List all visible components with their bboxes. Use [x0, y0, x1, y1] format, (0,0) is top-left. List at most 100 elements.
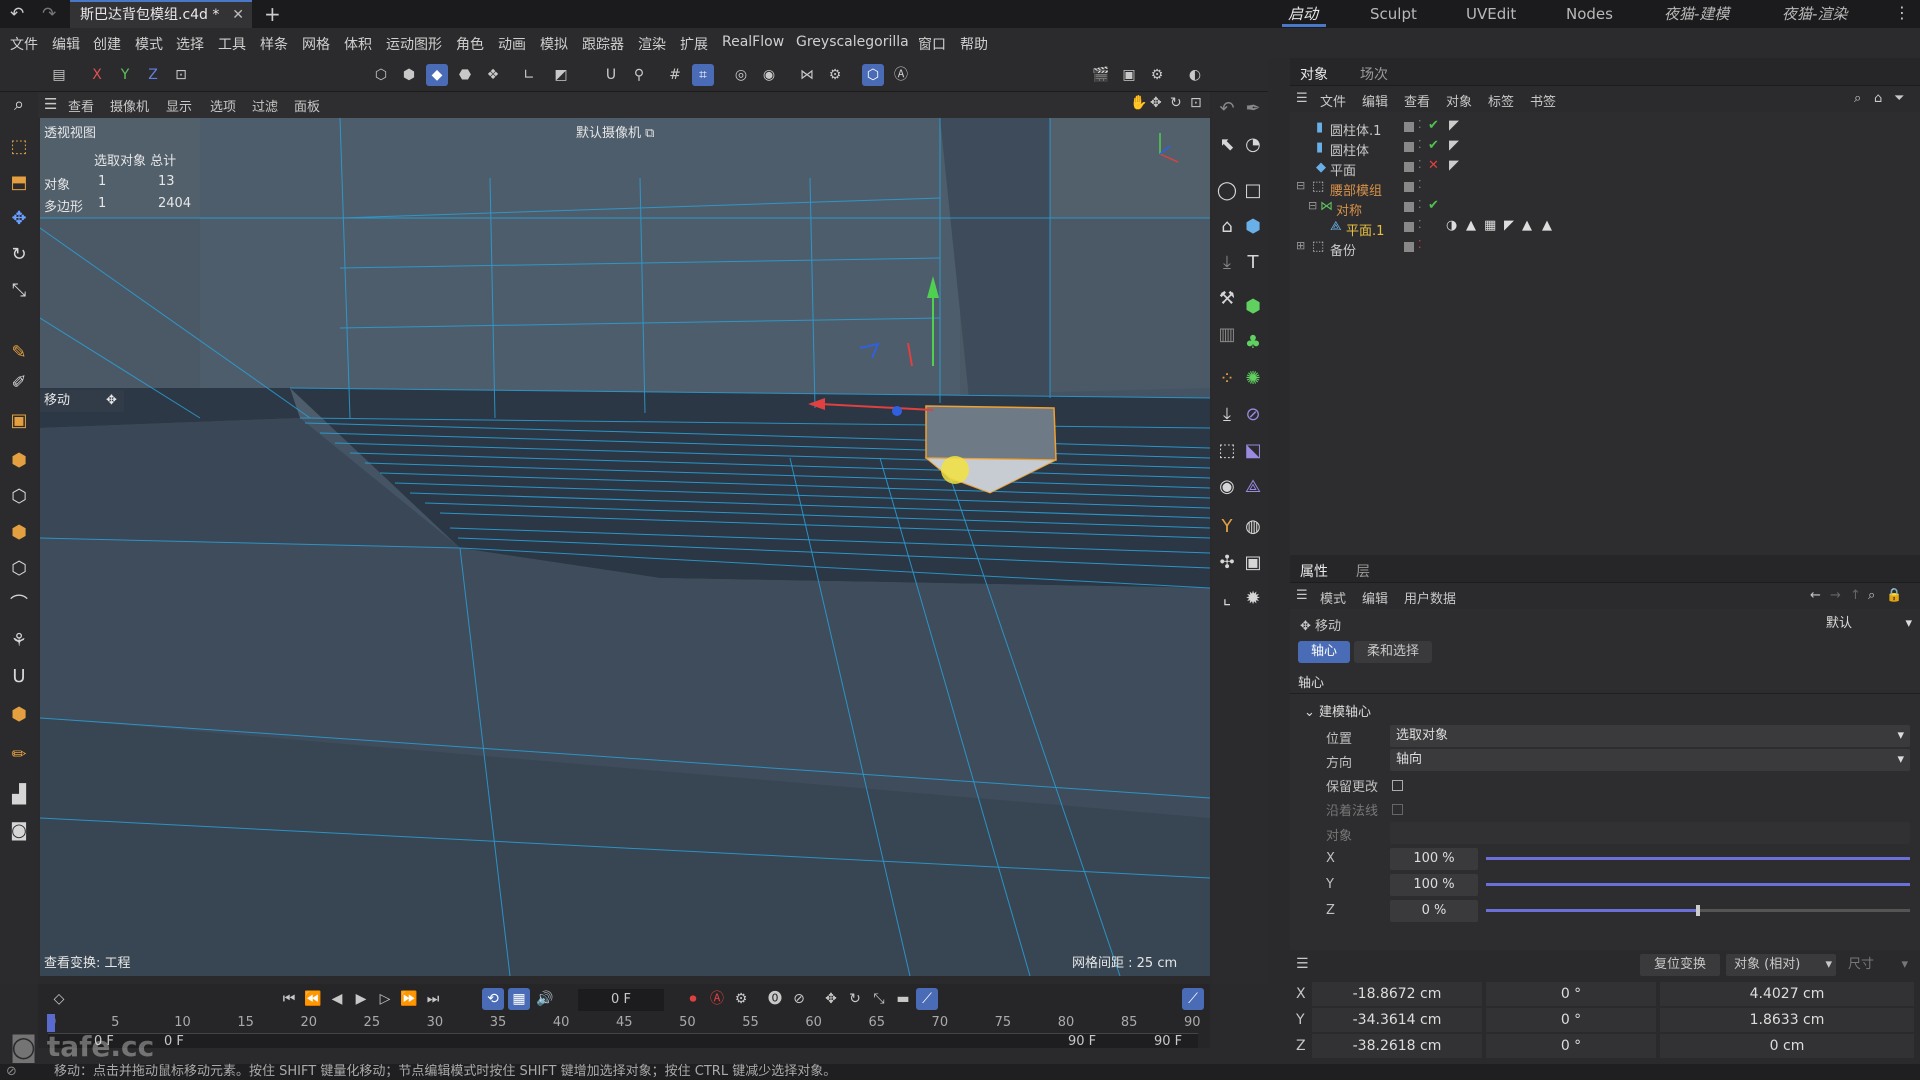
- menu-file[interactable]: 文件: [10, 34, 38, 54]
- layout-tab-render[interactable]: 夜猫-渲染: [1782, 0, 1847, 28]
- expand-icon[interactable]: ⊞: [1296, 239, 1305, 252]
- axis-x-toggle[interactable]: X: [86, 64, 108, 86]
- menu-select[interactable]: 选择: [176, 34, 204, 54]
- object-row[interactable]: ▮ 圆柱体 ⁚ ✔ ◤: [1294, 138, 1914, 159]
- uv-mode-icon[interactable]: ◩: [550, 64, 572, 86]
- search-icon[interactable]: ⌕: [1868, 588, 1875, 603]
- object-row[interactable]: ▮ 圆柱体.1 ⁚ ✔ ◤: [1294, 118, 1914, 139]
- loop-icon[interactable]: ⟲: [482, 988, 504, 1010]
- cloner-icon[interactable]: ♣: [1240, 330, 1266, 356]
- phong-tag-icon[interactable]: ◤: [1449, 118, 1459, 133]
- next-frame-icon[interactable]: ▷: [374, 988, 396, 1010]
- polygon-pen-icon[interactable]: ⬢: [6, 702, 32, 728]
- orbit-icon[interactable]: ↻: [1170, 95, 1182, 111]
- prev-frame-icon[interactable]: ◀: [326, 988, 348, 1010]
- rotation-field[interactable]: 0 °: [1486, 982, 1656, 1006]
- z-value-field[interactable]: 0 %: [1390, 900, 1478, 922]
- along-normal-checkbox[interactable]: [1392, 804, 1403, 815]
- filter-icon[interactable]: ⏷: [1894, 91, 1904, 106]
- om-menu-bookmarks[interactable]: 书签: [1530, 91, 1556, 110]
- param-key-icon[interactable]: ▬: [892, 988, 914, 1010]
- settings-icon[interactable]: ⚙: [824, 64, 846, 86]
- up-arrow-icon[interactable]: ↑: [1850, 588, 1861, 603]
- object-row[interactable]: ⊟ ⋈ 对称 ⁚ ✔: [1294, 198, 1914, 219]
- object-row[interactable]: ⊟ ⬚ 腰部模组 ⁚: [1294, 178, 1914, 199]
- size-field[interactable]: 0 cm: [1660, 1034, 1914, 1058]
- edge-mode-icon[interactable]: ⬣: [454, 64, 476, 86]
- bridge-icon[interactable]: ⌒: [6, 592, 32, 618]
- group-header[interactable]: ⌄ 建模轴心: [1304, 701, 1371, 720]
- tab-attributes[interactable]: 属性: [1300, 561, 1328, 581]
- frame-icon[interactable]: ⬚: [1214, 438, 1240, 464]
- menu-mesh[interactable]: 网格: [302, 34, 330, 54]
- selection-tag-icon[interactable]: ▲: [1466, 218, 1476, 233]
- axis-z-toggle[interactable]: Z: [142, 64, 164, 86]
- z-slider[interactable]: [1486, 905, 1910, 916]
- position-field[interactable]: -34.3614 cm: [1312, 1008, 1482, 1032]
- quantize-icon[interactable]: ◉: [758, 64, 780, 86]
- polygon-mode-icon[interactable]: ◆: [426, 64, 448, 86]
- scale-key-icon[interactable]: ⤡: [868, 988, 890, 1010]
- box-icon[interactable]: ▣: [6, 408, 32, 434]
- visibility-dots-icon[interactable]: ⁚: [1418, 218, 1422, 231]
- sound-icon[interactable]: 🔊: [534, 988, 556, 1010]
- range-end2-field[interactable]: 90 F: [1154, 1034, 1182, 1049]
- iron-icon[interactable]: ⌂: [1214, 214, 1240, 240]
- active-tool-hud[interactable]: 移动 ✥: [40, 390, 124, 412]
- vp-menu-camera[interactable]: 摄像机: [110, 96, 149, 115]
- texture-mode-icon[interactable]: ⬢: [398, 64, 420, 86]
- move-key-icon[interactable]: ✥: [820, 988, 842, 1010]
- eye-icon[interactable]: ◉: [1214, 474, 1240, 500]
- record-icon[interactable]: ⏺: [682, 988, 704, 1010]
- key-settings-icon[interactable]: ⚙: [730, 988, 752, 1010]
- model-mode-icon[interactable]: ⬡: [370, 64, 392, 86]
- next-key-icon[interactable]: ⏩: [398, 988, 420, 1010]
- layout-tab-modeling[interactable]: 夜猫-建模: [1664, 0, 1729, 28]
- layer-swatch[interactable]: [1404, 142, 1414, 152]
- vp-menu-display[interactable]: 显示: [166, 96, 192, 115]
- gizmo-icon[interactable]: ⚲: [628, 64, 650, 86]
- menu-help[interactable]: 帮助: [960, 34, 988, 54]
- position-field[interactable]: -18.8672 cm: [1312, 982, 1482, 1006]
- enabled-check-icon[interactable]: ✔: [1428, 198, 1439, 213]
- pan-icon[interactable]: ✋: [1130, 95, 1147, 111]
- smooth-icon[interactable]: ⤓: [1214, 250, 1240, 276]
- magnet-tool-icon[interactable]: Ս: [6, 664, 32, 690]
- menu-tracker[interactable]: 跟踪器: [582, 34, 624, 54]
- search-icon[interactable]: ⌕: [6, 92, 32, 118]
- deformer-icon[interactable]: ⊘: [1240, 402, 1266, 428]
- am-menu-userdata[interactable]: 用户数据: [1404, 588, 1456, 607]
- columns-icon[interactable]: ▥: [1214, 322, 1240, 348]
- size-mode-dropdown[interactable]: 尺寸 ▾: [1842, 954, 1912, 976]
- scale-tool-icon[interactable]: ⤡: [6, 278, 32, 304]
- spline-icon[interactable]: Y: [1214, 514, 1240, 540]
- position-dropdown[interactable]: 选取对象 ▾: [1390, 725, 1910, 747]
- range-bar[interactable]: [48, 1034, 1198, 1048]
- bend-icon[interactable]: ⬕: [1240, 438, 1266, 464]
- stairs-icon[interactable]: ▟: [6, 782, 32, 808]
- visibility-dots-icon[interactable]: ⁚: [1418, 158, 1422, 171]
- keep-changes-checkbox[interactable]: [1392, 780, 1403, 791]
- object-row[interactable]: ◆ 平面 ⁚ ✕ ◤: [1294, 158, 1914, 179]
- grid-snap-icon[interactable]: #: [664, 64, 686, 86]
- phong-tag-icon[interactable]: ◤: [1504, 218, 1514, 233]
- close-tab-icon[interactable]: ✕: [232, 2, 244, 28]
- layer-swatch[interactable]: [1404, 222, 1414, 232]
- lock-icon[interactable]: 🔒: [1886, 588, 1902, 603]
- bevel-icon[interactable]: ⬢: [6, 520, 32, 546]
- select-arrow-icon[interactable]: ⬉: [1214, 132, 1240, 158]
- z-slider-handle[interactable]: [1696, 905, 1700, 916]
- sculpt-icon[interactable]: ✐: [6, 370, 32, 396]
- menu-greyscalegorilla[interactable]: Greyscalegorilla: [796, 34, 909, 50]
- om-menu-file[interactable]: 文件: [1320, 91, 1346, 110]
- undo-view-icon[interactable]: ↶: [1214, 96, 1240, 122]
- render-view-icon[interactable]: ▣: [1118, 64, 1140, 86]
- camera-label[interactable]: 默认摄像机 ⧉: [576, 122, 654, 141]
- tab-objects[interactable]: 对象: [1300, 64, 1328, 84]
- menu-volume[interactable]: 体积: [344, 34, 372, 54]
- light-icon[interactable]: ✹: [1240, 586, 1266, 612]
- extrude-icon[interactable]: ⬡: [6, 484, 32, 510]
- pla-key-icon[interactable]: ⟋: [916, 988, 938, 1010]
- generator-icon[interactable]: ⬢: [1240, 294, 1266, 320]
- disabled-cross-icon[interactable]: ✕: [1428, 158, 1439, 173]
